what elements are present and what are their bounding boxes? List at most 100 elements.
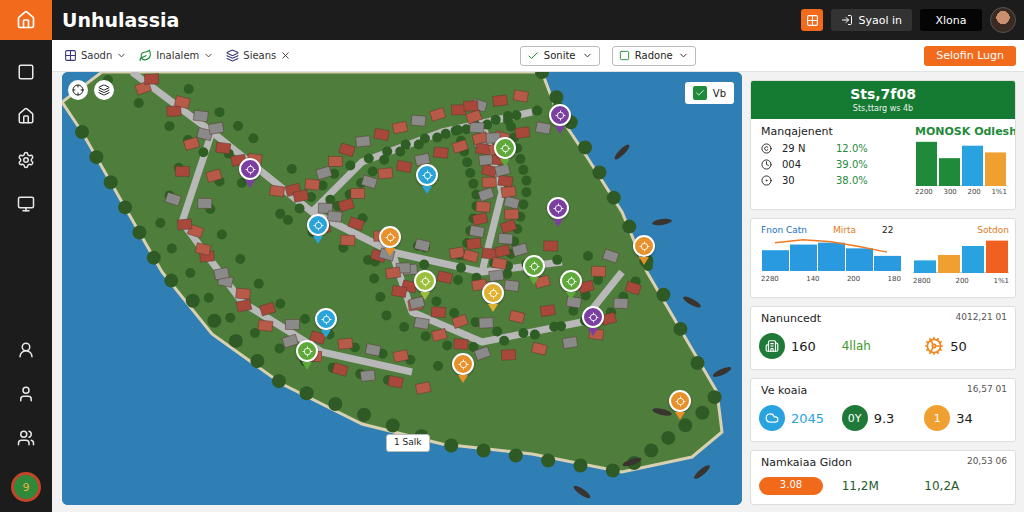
body: 9 Saodn Inalalem Sieans Sonite Radone Selofin … (0, 40, 1024, 512)
map-controls (68, 80, 114, 100)
map-pin[interactable] (307, 214, 329, 244)
sidebar-item[interactable] (16, 62, 36, 82)
chart-bar (874, 256, 901, 271)
chart-title: MONOSK Odlesh (915, 125, 1007, 138)
summary-header: Sts,7f08Sts,ttarg ws 4b (751, 81, 1015, 119)
chart-bar (846, 248, 873, 271)
map-pin[interactable] (452, 353, 474, 383)
check-icon (527, 50, 539, 62)
sidebar-badge[interactable]: 9 (11, 472, 41, 502)
chart-line (775, 240, 887, 252)
pin-icon (529, 261, 540, 272)
map-pin[interactable] (669, 390, 691, 420)
stat-item: 3.08 (759, 477, 842, 495)
grid-icon (806, 14, 819, 27)
stat-icon (765, 411, 779, 425)
chart-bar (986, 241, 1008, 273)
stat-row: 00439.0% (761, 159, 868, 170)
action-button[interactable]: Selofin Lugn (924, 46, 1016, 66)
main: Saodn Inalalem Sieans Sonite Radone Selofin L… (52, 40, 1024, 512)
home-icon (16, 10, 36, 30)
close-icon (280, 50, 291, 61)
map-pin[interactable] (549, 104, 571, 134)
stat-icon (761, 143, 772, 154)
map-pin[interactable] (633, 235, 655, 265)
chart-ticks: 2280140200180 (761, 273, 901, 283)
pin-icon (675, 396, 686, 407)
home-button[interactable] (0, 0, 52, 40)
trend-card: Fnon CatnMirta222280140200180Sotdon28002… (750, 218, 1016, 298)
map-pin[interactable] (414, 270, 436, 300)
map-badge[interactable]: Vb (685, 82, 734, 104)
chevron-icon (203, 50, 214, 61)
stat-icon (765, 339, 779, 353)
pin-icon (420, 276, 431, 287)
filter-icon (139, 49, 152, 62)
map-pin[interactable] (547, 197, 569, 227)
pin-icon (245, 164, 256, 175)
stat-item: 11,2M (842, 479, 925, 493)
app-title: Unhulassia (62, 9, 801, 31)
sidebar-item[interactable] (16, 340, 36, 360)
sidebar-icon (17, 63, 35, 81)
filter-item[interactable]: Sieans (226, 49, 291, 62)
check-icon (695, 88, 705, 98)
pin-icon (321, 314, 332, 325)
map[interactable]: Vb 1 Salk (62, 72, 742, 505)
menu-button[interactable] (801, 9, 823, 31)
sidebar-item[interactable] (16, 106, 36, 126)
map-label: 1 Salk (386, 434, 430, 452)
sidebar-icon (17, 195, 35, 213)
card-date: 4012,21 01 (955, 312, 1007, 325)
signin-button[interactable]: Syaol in (831, 9, 912, 31)
layers-icon (98, 84, 110, 96)
stat-item: 2045 (759, 405, 842, 431)
map-pin[interactable] (582, 306, 604, 336)
chart-bar (818, 243, 845, 271)
summary-card: Sts,7f08Sts,ttarg ws 4bManqajenent29 N12… (750, 80, 1016, 210)
top-bar: Unhulassia Syaol in Xlona (0, 0, 1024, 40)
pin-icon (555, 110, 566, 121)
sidebar-item[interactable] (16, 150, 36, 170)
chart-bar (938, 255, 960, 273)
chart-ticks: 28002001%1 (913, 275, 1009, 285)
sidebar-item[interactable] (16, 194, 36, 214)
map-pin[interactable] (482, 282, 504, 312)
card-title: Ve koaia (761, 384, 807, 397)
pin-icon (553, 203, 564, 214)
filter-item[interactable]: Saodn (64, 49, 127, 62)
map-pin[interactable] (296, 340, 318, 370)
sidebar-item[interactable] (16, 428, 36, 448)
stat-icon (761, 175, 772, 186)
pin-icon (639, 241, 650, 252)
chart-ticks: 22003002001%1 (915, 186, 1007, 196)
stat-card: Ve koaia16,57 0120450Y9.3134 (750, 378, 1016, 442)
map-pin[interactable] (523, 255, 545, 285)
pin-icon (588, 312, 599, 323)
right-panel: Sts,7f08Sts,ttarg ws 4bManqajenent29 N12… (750, 72, 1016, 505)
chart-bar (914, 260, 936, 273)
dropdown[interactable]: Radone (612, 46, 696, 66)
map-pin[interactable] (239, 158, 261, 188)
trend-chart (761, 237, 901, 271)
stat-item: 0Y9.3 (842, 405, 925, 431)
user-icon (17, 341, 35, 359)
map-control[interactable] (94, 80, 114, 100)
user-avatar[interactable] (990, 7, 1016, 33)
pin-icon (488, 288, 499, 299)
filter-item[interactable]: Inalalem (139, 49, 214, 62)
sidebar: 9 (0, 40, 52, 512)
map-pin[interactable] (560, 270, 582, 300)
sidebar-item[interactable] (16, 384, 36, 404)
content: Vb 1 Salk Sts,7f08Sts,ttarg ws 4bManqajene… (52, 72, 1024, 512)
dropdown[interactable]: Sonite (520, 46, 600, 66)
chart-bar (962, 146, 983, 186)
map-control[interactable] (68, 80, 88, 100)
pin-icon (458, 359, 469, 370)
map-pin[interactable] (416, 164, 438, 194)
map-pin[interactable] (494, 137, 516, 167)
login-icon (841, 14, 853, 26)
user-button[interactable]: Xlona (920, 9, 982, 31)
map-pin[interactable] (379, 226, 401, 256)
map-pin[interactable] (315, 308, 337, 338)
